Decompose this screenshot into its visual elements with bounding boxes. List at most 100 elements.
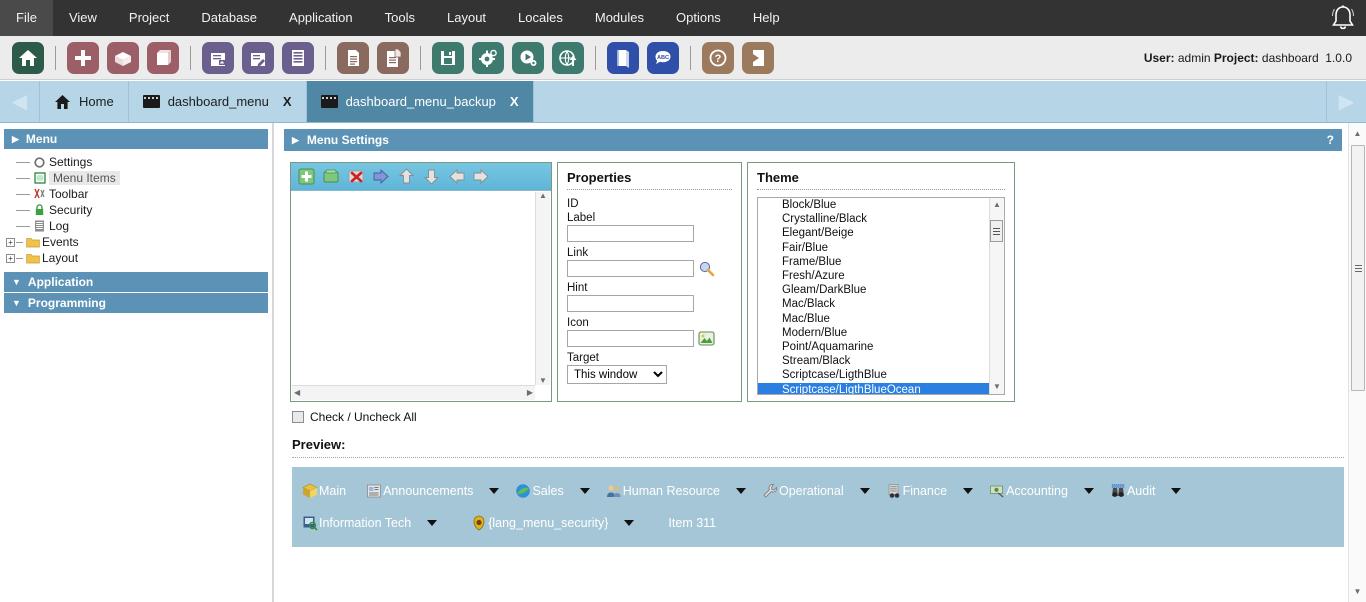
preview-caret-audit[interactable] [1171, 488, 1182, 494]
page-scroll-thumb[interactable] [1351, 145, 1365, 391]
sidebar-group-programming[interactable]: ▼ Programming [4, 293, 268, 314]
image-picker-icon[interactable] [698, 330, 715, 347]
grid-icon[interactable] [282, 41, 314, 74]
page-scroll-up-icon[interactable]: ▲ [1349, 125, 1366, 142]
indent-icon[interactable] [472, 167, 491, 186]
scroll-down-icon[interactable]: ▼ [539, 377, 547, 385]
settings-gear-icon[interactable] [472, 41, 504, 74]
run-icon[interactable] [512, 41, 544, 74]
abc-translate-icon[interactable]: ABC [647, 41, 679, 74]
document-copy-icon[interactable] [377, 41, 409, 74]
sidebar-item-log[interactable]: Log [4, 218, 268, 234]
theme-option[interactable]: Scriptcase/LigthBlue [780, 368, 1004, 382]
new-application-icon[interactable] [67, 41, 99, 74]
theme-option[interactable]: Gleam/DarkBlue [780, 283, 1004, 297]
preview-caret-announcements[interactable] [489, 488, 500, 494]
publish-icon[interactable] [552, 41, 584, 74]
theme-option[interactable]: Mac/Black [780, 297, 1004, 311]
scroll-down-icon[interactable]: ▼ [993, 383, 1001, 391]
outdent-icon[interactable] [447, 167, 466, 186]
preview-caret-information-tech[interactable] [427, 520, 438, 526]
delete-item-icon[interactable] [347, 167, 366, 186]
preview-item-operational[interactable]: Operational [762, 483, 844, 499]
theme-option-selected[interactable]: Scriptcase/LigthBlueOcean [758, 382, 1004, 394]
preview-item-finance[interactable]: Finance [886, 483, 947, 499]
check-uncheck-all-row[interactable]: Check / Uncheck All [292, 410, 1342, 424]
check-uncheck-all-checkbox[interactable] [292, 411, 304, 423]
book-icon[interactable] [607, 41, 639, 74]
scroll-up-icon[interactable]: ▲ [993, 201, 1001, 209]
tab-dashboard-menu-backup[interactable]: dashboard_menu_backup X [306, 81, 534, 122]
preview-item-audit[interactable]: Audit [1110, 483, 1155, 499]
tab-scroll-right-icon[interactable]: ▶ [1326, 81, 1366, 122]
preview-caret-accounting[interactable] [1083, 488, 1094, 494]
link-input[interactable] [567, 260, 694, 277]
theme-option[interactable]: Fresh/Azure [780, 269, 1004, 283]
expand-plus-icon[interactable]: + [6, 253, 15, 263]
bell-icon[interactable] [1326, 1, 1360, 35]
archive-box-icon[interactable] [147, 41, 179, 74]
theme-option[interactable]: Modern/Blue [780, 326, 1004, 340]
preview-caret-operational[interactable] [859, 488, 870, 494]
scroll-up-icon[interactable]: ▲ [539, 192, 547, 200]
menu-item-help[interactable]: Help [737, 0, 796, 36]
tab-home[interactable]: Home [40, 81, 129, 122]
label-input[interactable] [567, 225, 694, 242]
menu-items-vertical-scrollbar[interactable]: ▲ ▼ [535, 192, 550, 385]
move-down-icon[interactable] [422, 167, 441, 186]
home-icon[interactable] [12, 41, 44, 74]
tab-scroll-left-icon[interactable]: ◀ [0, 81, 40, 122]
move-up-icon[interactable] [397, 167, 416, 186]
sidebar-item-settings[interactable]: Settings [4, 154, 268, 170]
preview-item-human-resource[interactable]: Human Resource [606, 483, 720, 499]
help-icon[interactable]: ? [702, 41, 734, 74]
edit-form-icon[interactable] [242, 41, 274, 74]
menu-item-options[interactable]: Options [660, 0, 737, 36]
theme-list[interactable]: Block/Blue Crystalline/Black Elegant/Bei… [757, 197, 1005, 395]
scroll-right-icon[interactable]: ▶ [527, 389, 533, 397]
move-right-icon[interactable] [372, 167, 391, 186]
preview-item-announcements[interactable]: Announcements [366, 483, 473, 499]
theme-option[interactable]: Elegant/Beige [780, 226, 1004, 240]
add-item-icon[interactable] [297, 167, 316, 186]
help-question-icon[interactable]: ? [1327, 129, 1334, 151]
target-select[interactable]: This window [567, 365, 667, 384]
scroll-left-icon[interactable]: ◀ [294, 389, 300, 397]
theme-option[interactable]: Point/Aquamarine [780, 340, 1004, 354]
link-picker-icon[interactable] [698, 260, 715, 277]
sidebar-group-application[interactable]: ▼ Application [4, 272, 268, 293]
theme-option[interactable]: Fair/Blue [780, 241, 1004, 255]
exit-icon[interactable] [742, 41, 774, 74]
preview-item-accounting[interactable]: Accounting [989, 483, 1068, 499]
menu-items-list[interactable] [292, 192, 535, 385]
hint-input[interactable] [567, 295, 694, 312]
tab-close-icon[interactable]: X [283, 94, 292, 109]
theme-option[interactable]: Stream/Black [780, 354, 1004, 368]
menu-item-file[interactable]: File [0, 0, 53, 36]
preview-item-information-tech[interactable]: Information Tech [302, 515, 411, 531]
open-package-icon[interactable] [107, 41, 139, 74]
page-vertical-scrollbar[interactable]: ▲ ▼ [1348, 123, 1366, 602]
menu-item-tools[interactable]: Tools [369, 0, 431, 36]
icon-input[interactable] [567, 330, 694, 347]
preview-caret-sales[interactable] [579, 488, 590, 494]
menu-item-project[interactable]: Project [113, 0, 185, 36]
preview-caret-human-resource[interactable] [735, 488, 746, 494]
preview-caret-finance[interactable] [963, 488, 974, 494]
menu-item-database[interactable]: Database [185, 0, 273, 36]
document-icon[interactable] [337, 41, 369, 74]
preview-caret-security[interactable] [624, 520, 635, 526]
add-folder-icon[interactable] [322, 167, 341, 186]
tab-dashboard-menu[interactable]: dashboard_menu X [129, 81, 307, 122]
theme-list-scroll-thumb[interactable] [990, 220, 1003, 242]
theme-option[interactable]: Frame/Blue [780, 255, 1004, 269]
theme-option[interactable]: Block/Blue [780, 198, 1004, 212]
menu-items-horizontal-scrollbar[interactable]: ◀ ▶ [292, 385, 535, 400]
preview-item-item-311[interactable]: Item 311 [668, 516, 716, 530]
save-icon[interactable] [432, 41, 464, 74]
sidebar-item-events[interactable]: + Events [4, 234, 268, 250]
preview-item-sales[interactable]: Sales [515, 483, 564, 499]
theme-option[interactable]: Crystalline/Black [780, 212, 1004, 226]
sidebar-item-toolbar[interactable]: Toolbar [4, 186, 268, 202]
theme-option[interactable]: Mac/Blue [780, 312, 1004, 326]
